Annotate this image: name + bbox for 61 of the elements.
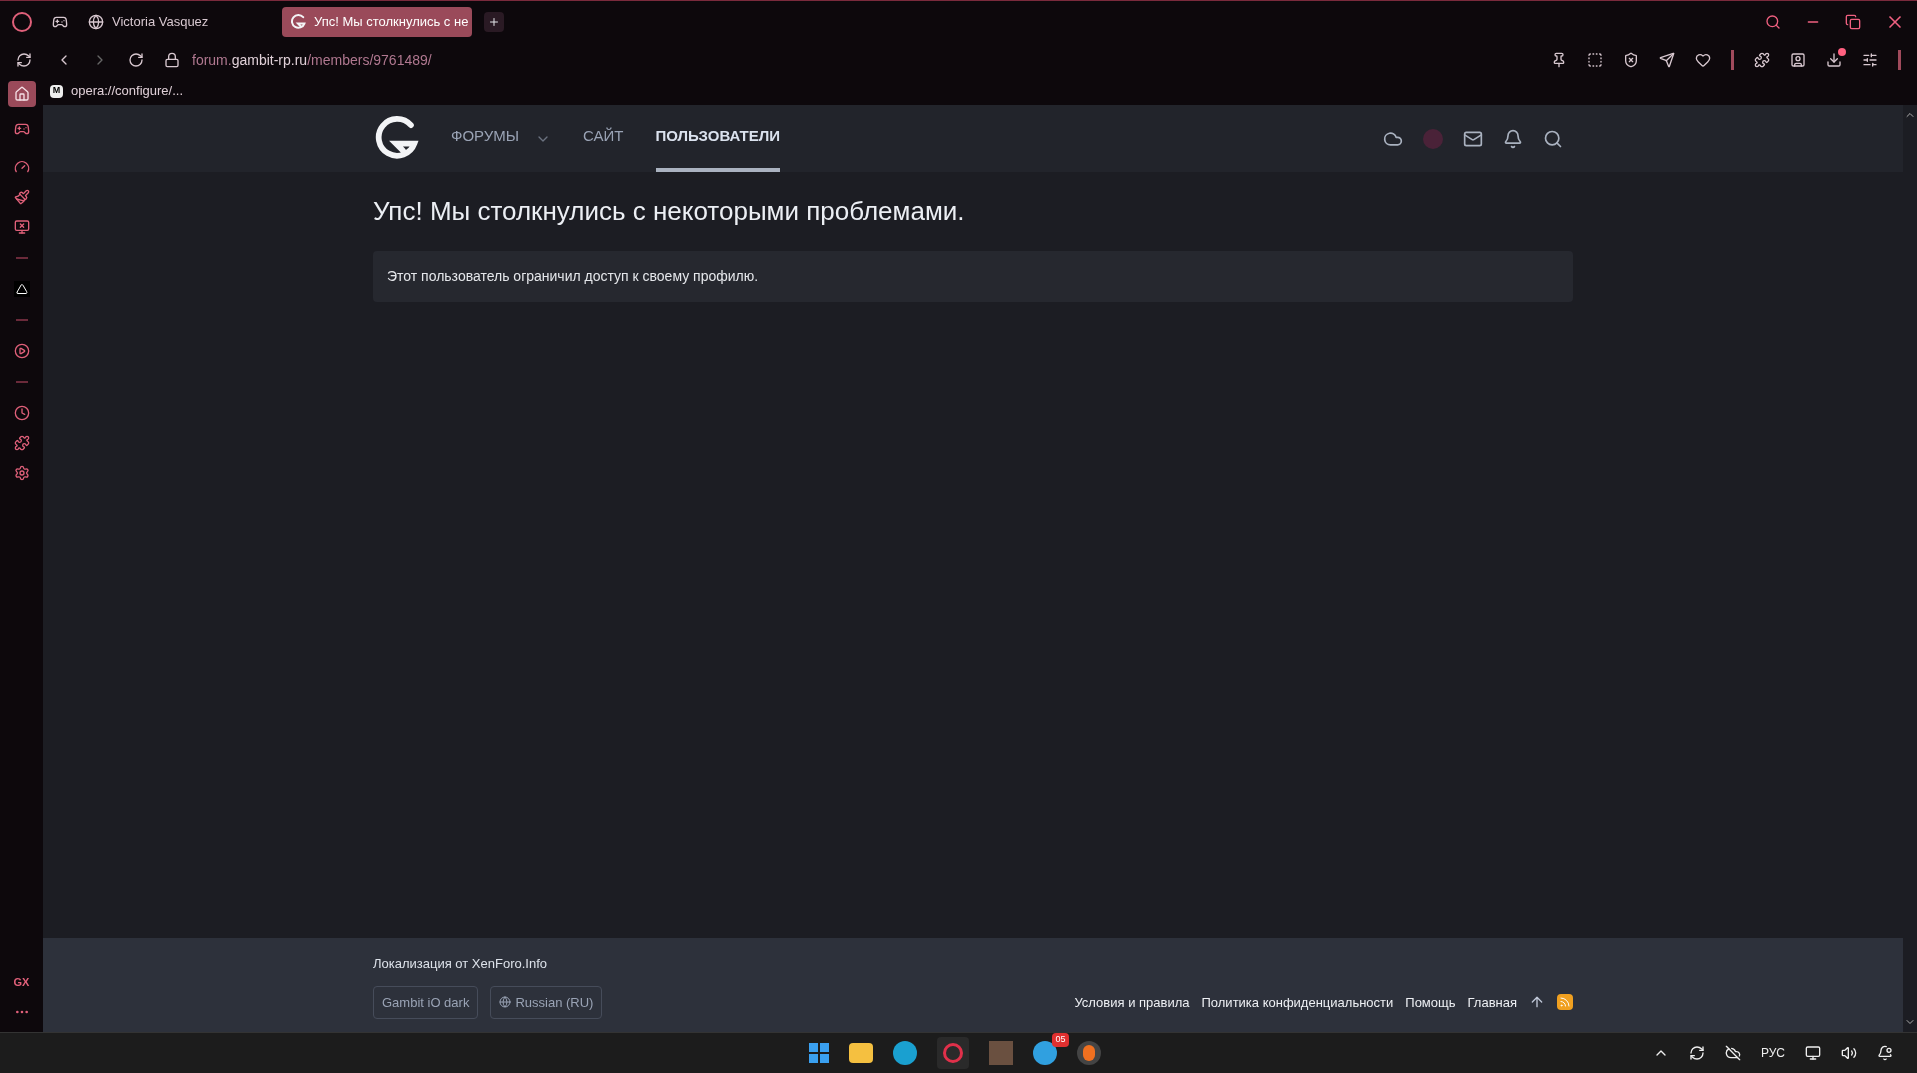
logo-icon[interactable] xyxy=(373,115,419,162)
nav-tab[interactable]: ФОРУМЫ xyxy=(451,105,520,172)
profile-icon[interactable] xyxy=(1790,52,1806,68)
bell-icon[interactable] xyxy=(1503,128,1523,149)
language-indicator[interactable]: РУС xyxy=(1760,1044,1785,1062)
cloud-off-icon[interactable] xyxy=(1724,1045,1741,1061)
pin-icon[interactable] xyxy=(1551,52,1567,68)
gamepad-icon[interactable] xyxy=(52,14,68,30)
menu-icon[interactable] xyxy=(1862,52,1878,68)
feed-icon xyxy=(1559,996,1571,1009)
search-icon[interactable] xyxy=(1765,14,1781,30)
browser-tab[interactable]: Упс! Мы столкнулись с не xyxy=(282,7,472,37)
globe-icon xyxy=(88,14,104,30)
volume-icon[interactable] xyxy=(1841,1045,1857,1061)
home-icon xyxy=(13,86,30,102)
clock-icon[interactable] xyxy=(13,405,30,421)
globe-icon xyxy=(499,996,512,1009)
notification-badge: 05 xyxy=(1052,1033,1069,1047)
rss-icon[interactable] xyxy=(1557,994,1573,1011)
extensions-icon[interactable] xyxy=(1754,52,1770,68)
style-button[interactable]: Gambit iO dark xyxy=(373,985,479,1019)
sync-icon[interactable] xyxy=(1688,1045,1705,1061)
bookmark-link[interactable]: opera://configure/... xyxy=(71,81,183,101)
gauge-icon[interactable] xyxy=(13,159,30,175)
shield-icon[interactable] xyxy=(1623,52,1639,68)
nav-tab[interactable]: ПОЛЬЗОВАТЕЛИ xyxy=(655,105,781,172)
monitor-icon[interactable] xyxy=(13,219,30,235)
notifications-icon[interactable] xyxy=(1877,1045,1893,1061)
sidebar-label[interactable]: GX xyxy=(13,973,30,990)
new-tab-button[interactable] xyxy=(484,12,504,32)
message-block: Этот пользователь ограничил доступ к своему профилю. xyxy=(373,251,1573,302)
send-icon[interactable] xyxy=(1659,52,1675,68)
language-button[interactable]: Russian (RU) xyxy=(490,985,603,1019)
browser-tab[interactable]: Victoria Vasquez xyxy=(80,7,270,37)
address-field[interactable]: forum.gambit-rp.ru/members/9761489/ xyxy=(192,49,432,71)
footer-link[interactable]: Главная xyxy=(1467,992,1517,1012)
download-icon[interactable] xyxy=(1826,52,1842,68)
footer-link[interactable]: Политика конфиденциальности xyxy=(1201,992,1394,1012)
search-icon[interactable] xyxy=(1543,128,1563,149)
footer-link[interactable]: Помощь xyxy=(1405,992,1456,1012)
footer-link[interactable]: Условия и правила xyxy=(1074,992,1190,1012)
snapshot-icon[interactable] xyxy=(1587,52,1603,68)
lock-icon xyxy=(164,52,180,68)
extensions-icon[interactable] xyxy=(13,435,30,451)
nav-tab[interactable]: САЙТ xyxy=(583,105,624,172)
app-icon[interactable] xyxy=(13,281,30,297)
gamepad-icon[interactable] xyxy=(13,121,30,137)
reload-icon[interactable] xyxy=(128,52,144,68)
plus-icon xyxy=(488,16,500,28)
play-icon[interactable] xyxy=(13,343,30,359)
folder-icon[interactable] xyxy=(848,1043,873,1063)
page-title: Упс! Мы столкнулись с некоторыми проблемами. xyxy=(373,195,966,228)
restore-icon[interactable] xyxy=(1845,14,1861,30)
heart-icon[interactable] xyxy=(1695,52,1711,68)
sync-icon[interactable] xyxy=(16,52,32,68)
start-icon[interactable] xyxy=(808,1043,829,1063)
settings-icon[interactable] xyxy=(13,465,30,481)
bookmark-icon: M xyxy=(50,84,63,98)
home-button[interactable] xyxy=(7,81,36,107)
footer-credit: Локализация от XenForo.Info xyxy=(373,955,549,973)
brush-icon[interactable] xyxy=(13,189,30,205)
